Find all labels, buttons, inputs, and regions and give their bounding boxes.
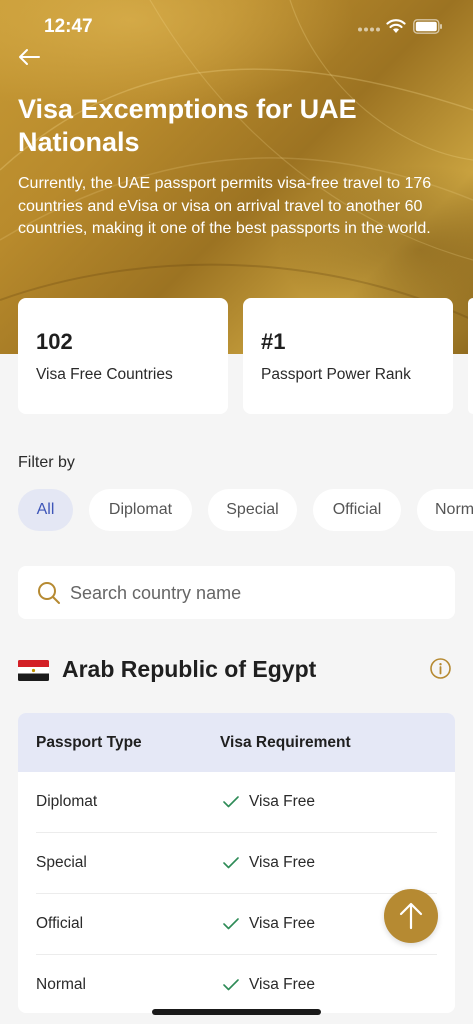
filter-chips: All Diplomat Special Official Normal xyxy=(0,489,473,531)
stat-label: Visa Free Countries xyxy=(36,366,173,383)
visa-requirement: Visa Free xyxy=(249,976,316,993)
country-name: Arab Republic of Egypt xyxy=(62,656,317,682)
visa-requirement: Visa Free xyxy=(249,793,316,810)
passport-type: Diplomat xyxy=(36,793,98,810)
visa-requirement: Visa Free xyxy=(249,915,316,932)
filter-label: Filter by xyxy=(18,454,75,471)
status-time: 12:47 xyxy=(44,16,93,37)
back-button[interactable] xyxy=(16,44,42,70)
page-description: Currently, the UAE passport permits visa… xyxy=(18,175,432,237)
stat-value: 102 xyxy=(36,329,73,354)
stat-label: Passport Power Rank xyxy=(261,366,411,383)
signal-dots-icon xyxy=(358,27,380,32)
header-passport-type: Passport Type xyxy=(36,734,142,751)
stat-card-power-rank[interactable]: #1 Passport Power Rank xyxy=(243,298,453,414)
arrow-up-icon xyxy=(399,902,423,930)
egypt-flag-icon xyxy=(18,660,49,681)
scroll-to-top-button[interactable] xyxy=(384,889,438,943)
check-icon xyxy=(223,796,239,808)
stats-carousel[interactable]: 102 Visa Free Countries #1 Passport Powe… xyxy=(0,298,473,414)
status-bar: 12:47 xyxy=(0,0,473,54)
check-icon xyxy=(223,857,239,869)
check-icon xyxy=(223,979,239,991)
chip-official[interactable]: Official xyxy=(313,489,401,531)
search-input[interactable] xyxy=(70,578,440,608)
chip-all[interactable]: All xyxy=(18,489,73,531)
passport-type: Special xyxy=(36,854,87,871)
header-visa-requirement: Visa Requirement xyxy=(220,734,351,751)
table-row: Special Visa Free xyxy=(18,833,455,894)
visa-requirement: Visa Free xyxy=(249,854,316,871)
passport-type: Normal xyxy=(36,976,86,993)
info-icon[interactable] xyxy=(429,657,452,680)
home-indicator xyxy=(152,1009,321,1015)
check-icon xyxy=(223,918,239,930)
table-header: Passport Type Visa Requirement xyxy=(18,713,455,772)
table-row: Normal Visa Free xyxy=(18,955,455,1013)
search-icon xyxy=(38,582,60,604)
passport-type: Official xyxy=(36,915,84,932)
stat-card-visa-free[interactable]: 102 Visa Free Countries xyxy=(18,298,228,414)
arrow-left-icon xyxy=(19,49,40,65)
chip-diplomat[interactable]: Diplomat xyxy=(89,489,192,531)
chip-normal[interactable]: Normal xyxy=(417,489,473,531)
chip-special[interactable]: Special xyxy=(208,489,297,531)
stat-value: #1 xyxy=(261,329,286,354)
table-row: Diplomat Visa Free xyxy=(18,772,455,833)
search-box[interactable] xyxy=(18,566,455,619)
wifi-icon xyxy=(386,19,406,33)
page-title: Visa Excemptions for UAE Nationals xyxy=(18,94,357,157)
visa-requirement-table: Passport Type Visa Requirement Diplomat … xyxy=(18,713,455,1013)
battery-icon xyxy=(413,19,442,34)
stat-card-partial[interactable] xyxy=(468,298,473,414)
